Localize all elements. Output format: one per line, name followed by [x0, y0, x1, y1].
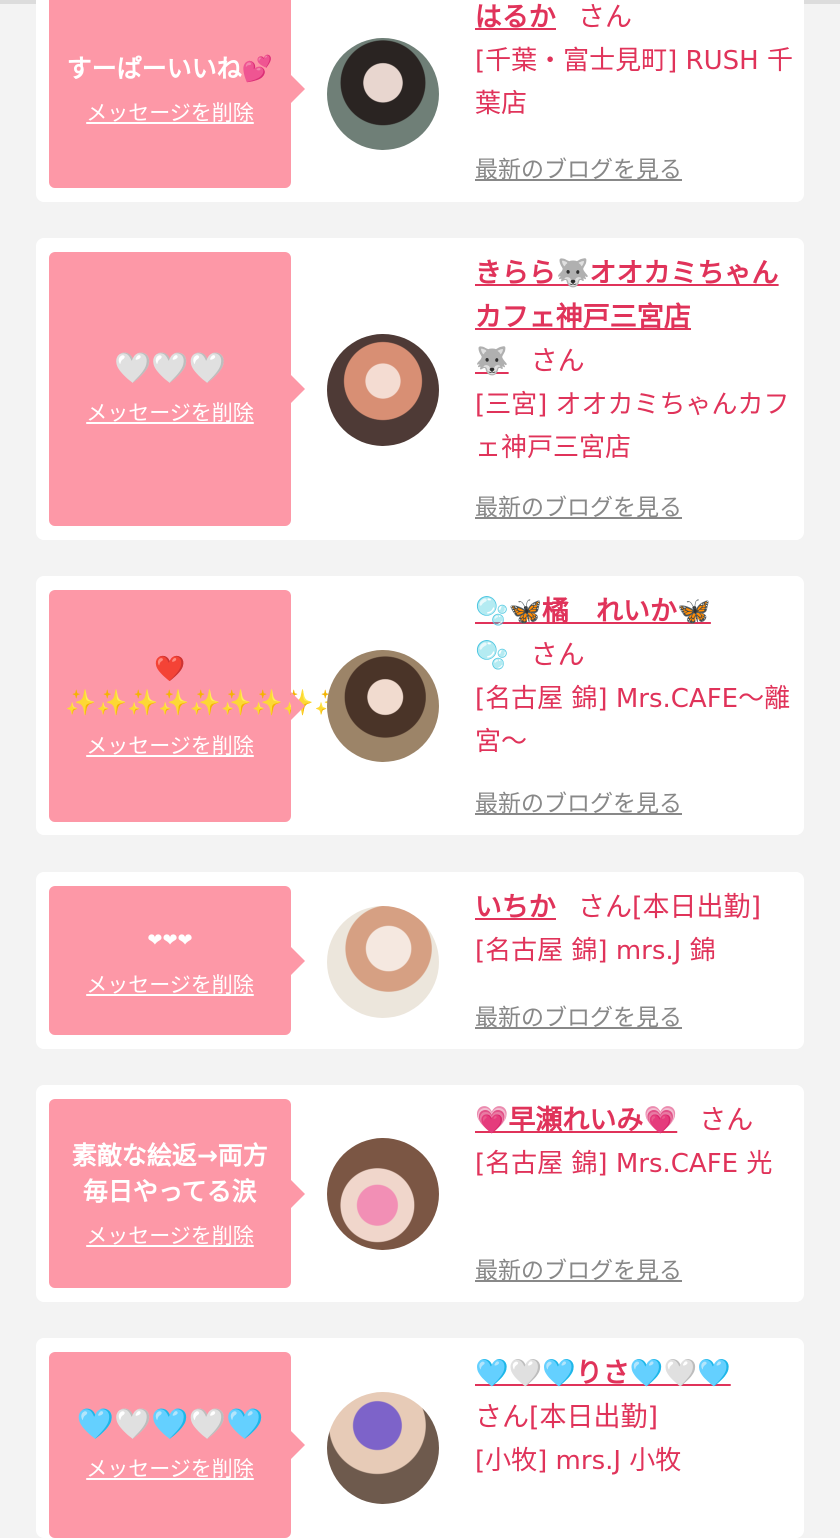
message-text: 🤍🤍🤍 [113, 351, 227, 386]
message-bubble: 素敵な絵返→両方毎日やってる涙 メッセージを削除 [49, 1099, 305, 1288]
latest-blog-link[interactable]: 最新のブログを見る [475, 150, 682, 184]
avatar[interactable] [327, 906, 439, 1018]
name-line: きらら🐺オオカミちゃんカフェ神戸三宮店 🐺 さん [475, 252, 795, 384]
like-card: 🩵🤍🩵🤍🩵 メッセージを削除 🩵🤍🩵りさ🩵🤍🩵 さん[本日出勤] [小牧] mr… [36, 1338, 804, 1538]
name-link[interactable]: 💗早瀬れいみ💗 [475, 1105, 677, 1136]
shop-text: [名古屋 錦] Mrs.CAFE 光 [475, 1149, 773, 1179]
message-bubble: すーぱーいいね💕 メッセージを削除 [49, 0, 305, 188]
message-text: ❤️ ✨✨✨✨✨✨✨✨✨✨ [65, 654, 377, 717]
like-card: ❤❤❤ メッセージを削除 いちか さん[本日出勤] [名古屋 錦] mrs.J 錦… [36, 872, 804, 1049]
name-link[interactable]: きらら🐺オオカミちゃんカフェ神戸三宮店 [475, 258, 779, 333]
message-text: 🩵🤍🩵🤍🩵 [76, 1407, 264, 1442]
message-bubble: 🩵🤍🩵🤍🩵 メッセージを削除 [49, 1352, 305, 1538]
avatar[interactable] [327, 38, 439, 150]
like-card: ❤️ ✨✨✨✨✨✨✨✨✨✨ メッセージを削除 🫧🦋橘 れいか🦋 🫧 さん [名古屋… [36, 576, 804, 835]
latest-blog-link[interactable]: 最新のブログを見る [475, 998, 682, 1032]
message-text: すーぱーいいね💕 [66, 54, 274, 83]
shop-text: [三宮] オオカミちゃんカフェ神戸三宮店 [475, 390, 790, 463]
name-line: いちか さん[本日出勤] [475, 886, 795, 930]
name-line: はるか さん [475, 0, 795, 40]
honorific: さん [699, 1105, 754, 1136]
name-line: 💗早瀬れいみ💗 さん [475, 1099, 795, 1143]
avatar[interactable] [327, 1138, 439, 1250]
message-text: 素敵な絵返→両方毎日やってる涙 [72, 1140, 268, 1206]
status-text: [本日出勤] [632, 892, 762, 923]
honorific: さん [530, 346, 585, 377]
profile-info: 💗早瀬れいみ💗 さん [名古屋 錦] Mrs.CAFE 光 最新のブログを見る [475, 1099, 795, 1299]
latest-blog-link[interactable]: 最新のブログを見る [475, 784, 682, 818]
name-link[interactable]: 🩵🤍🩵りさ🩵🤍🩵 [475, 1358, 731, 1389]
name-line: 🫧🦋橘 れいか🦋 🫧 さん [475, 590, 795, 678]
avatar[interactable] [327, 1392, 439, 1504]
like-card: 🤍🤍🤍 メッセージを削除 きらら🐺オオカミちゃんカフェ神戸三宮店 🐺 さん [三宮… [36, 238, 804, 540]
shop-text: [小牧] mrs.J 小牧 [475, 1446, 682, 1476]
profile-info: 🫧🦋橘 れいか🦋 🫧 さん [名古屋 錦] Mrs.CAFE〜離宮〜 最新のブログ… [475, 590, 795, 830]
like-card: すーぱーいいね💕 メッセージを削除 はるか さん [千葉・富士見町] RUSH 千… [36, 0, 804, 202]
name-link[interactable]: いちか [475, 892, 556, 923]
shop-text: [名古屋 錦] mrs.J 錦 [475, 936, 716, 966]
name-extra[interactable]: 🐺 [475, 346, 509, 377]
like-card: 素敵な絵返→両方毎日やってる涙 メッセージを削除 💗早瀬れいみ💗 さん [名古屋 … [36, 1085, 804, 1302]
delete-message-link[interactable]: メッセージを削除 [86, 969, 254, 999]
delete-message-link[interactable]: メッセージを削除 [86, 397, 254, 427]
honorific: さん [578, 892, 632, 923]
honorific: さん [475, 1402, 529, 1433]
status-text: [本日出勤] [529, 1402, 659, 1433]
honorific: さん [530, 640, 585, 671]
message-bubble: 🤍🤍🤍 メッセージを削除 [49, 252, 305, 526]
message-text: ❤❤❤ [147, 929, 193, 951]
latest-blog-link[interactable]: 最新のブログを見る [475, 488, 682, 522]
message-bubble: ❤️ ✨✨✨✨✨✨✨✨✨✨ メッセージを削除 [49, 590, 377, 822]
delete-message-link[interactable]: メッセージを削除 [86, 1453, 254, 1483]
avatar[interactable] [327, 650, 439, 762]
name-link[interactable]: はるか [475, 2, 556, 33]
avatar[interactable] [327, 334, 439, 446]
delete-message-link[interactable]: メッセージを削除 [86, 1220, 254, 1250]
honorific: さん [578, 2, 632, 33]
name-link[interactable]: 🫧🦋橘 れいか🦋 [475, 596, 711, 627]
profile-info: いちか さん[本日出勤] [名古屋 錦] mrs.J 錦 最新のブログを見る [475, 886, 795, 1046]
delete-message-link[interactable]: メッセージを削除 [86, 97, 254, 127]
profile-info: きらら🐺オオカミちゃんカフェ神戸三宮店 🐺 さん [三宮] オオカミちゃんカフェ神… [475, 252, 795, 532]
shop-text: [千葉・富士見町] RUSH 千葉店 [475, 46, 793, 119]
delete-message-link[interactable]: メッセージを削除 [86, 730, 254, 760]
name-line: 🩵🤍🩵りさ🩵🤍🩵 さん[本日出勤] [475, 1352, 795, 1440]
name-extra: 🫧 [475, 640, 509, 671]
profile-info: はるか さん [千葉・富士見町] RUSH 千葉店 最新のブログを見る [475, 0, 795, 202]
latest-blog-link[interactable]: 最新のブログを見る [475, 1251, 682, 1285]
message-bubble: ❤❤❤ メッセージを削除 [49, 886, 305, 1035]
shop-text: [名古屋 錦] Mrs.CAFE〜離宮〜 [475, 684, 791, 757]
profile-info: 🩵🤍🩵りさ🩵🤍🩵 さん[本日出勤] [小牧] mrs.J 小牧 [475, 1352, 795, 1532]
